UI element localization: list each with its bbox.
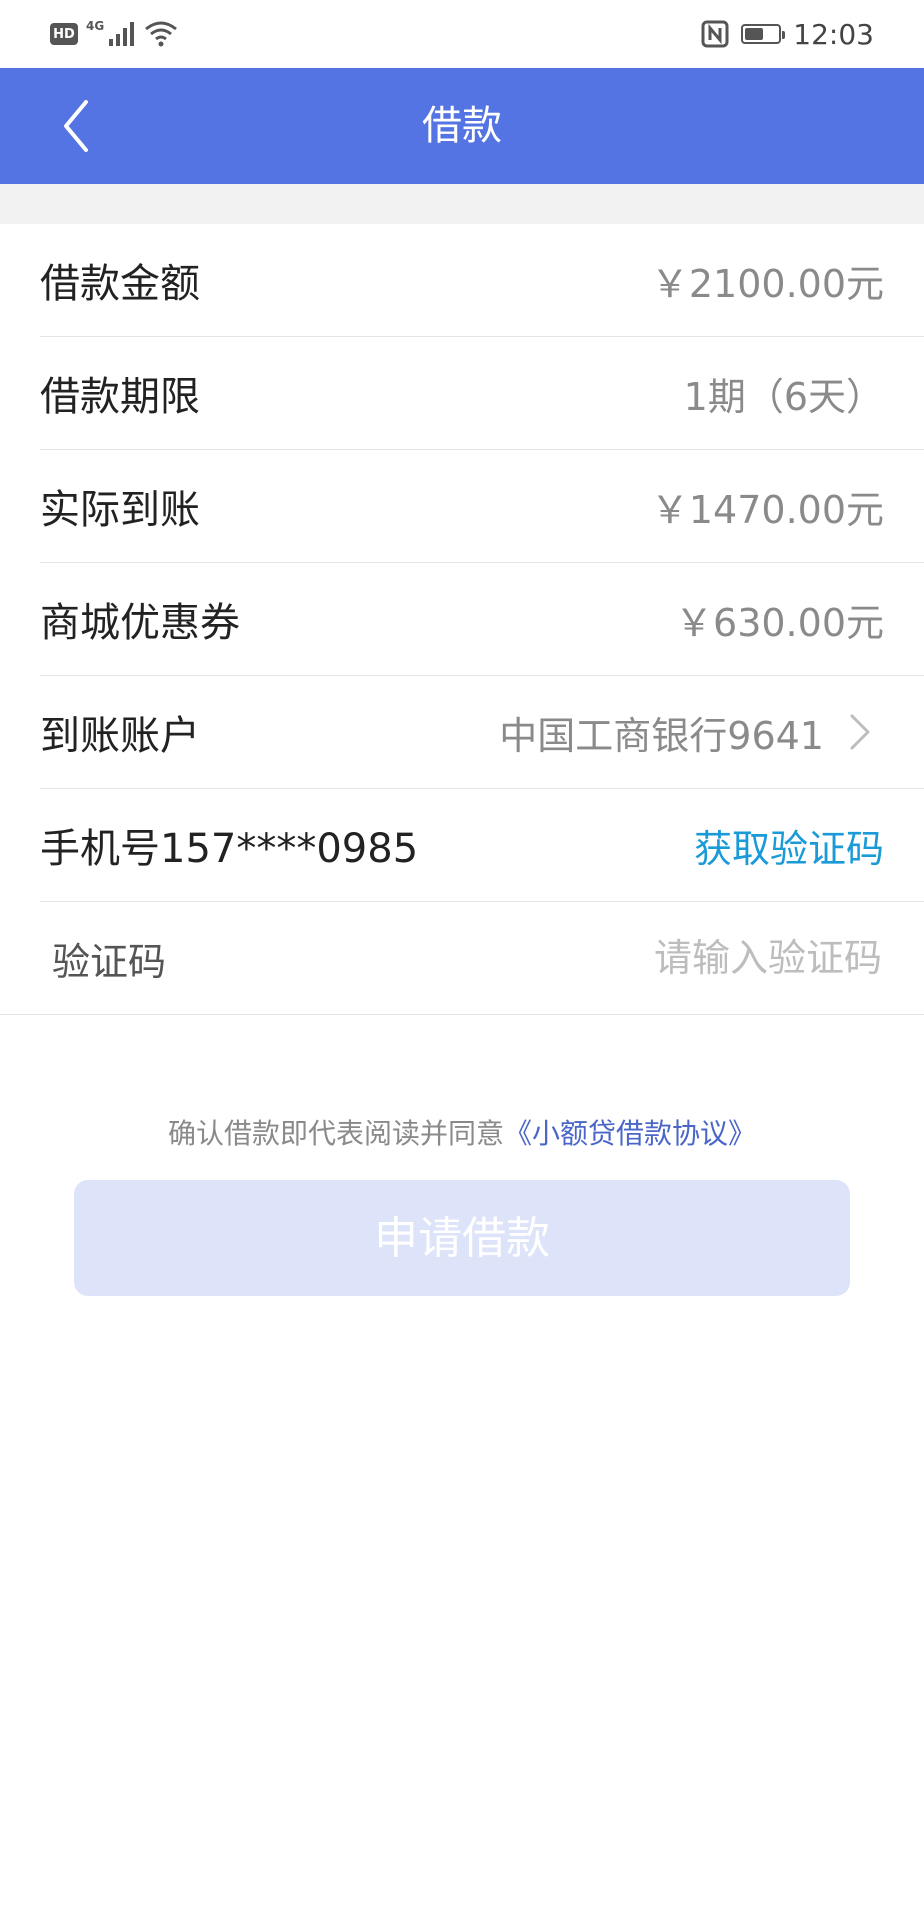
nav-bar: 借款 bbox=[0, 68, 924, 184]
signal-icon bbox=[109, 22, 135, 46]
account-label: 到账账户 bbox=[40, 713, 200, 759]
loan-term-row: 借款期限 1期（6天） bbox=[40, 337, 924, 450]
received-amount-row: 实际到账 ￥1470.00元 bbox=[40, 450, 924, 563]
code-input[interactable] bbox=[520, 927, 884, 989]
loan-term-value: 1期（6天） bbox=[683, 374, 884, 419]
get-code-button[interactable]: 获取验证码 bbox=[694, 818, 884, 873]
chevron-right-icon bbox=[850, 714, 870, 750]
received-amount-label: 实际到账 bbox=[40, 487, 200, 533]
received-amount-value: ￥1470.00元 bbox=[650, 487, 884, 532]
agreement-prefix: 确认借款即代表阅读并同意 bbox=[167, 1117, 504, 1150]
loan-term-label: 借款期限 bbox=[40, 374, 200, 420]
apply-loan-button[interactable]: 申请借款 bbox=[74, 1180, 850, 1296]
battery-level bbox=[745, 28, 763, 40]
network-type: 4G bbox=[86, 19, 105, 33]
loan-amount-row: 借款金额 ￥2100.00元 bbox=[40, 224, 924, 337]
back-button[interactable] bbox=[52, 96, 112, 156]
status-right: 12:03 bbox=[701, 16, 874, 52]
loan-form: 借款金额 ￥2100.00元 借款期限 1期（6天） 实际到账 ￥1470.00… bbox=[0, 224, 924, 1015]
loan-amount-label: 借款金额 bbox=[40, 261, 200, 307]
wifi-icon bbox=[145, 21, 178, 47]
account-row[interactable]: 到账账户 中国工商银行9641 bbox=[40, 676, 924, 789]
phone-row: 手机号157****0985 获取验证码 bbox=[40, 789, 924, 902]
battery-icon bbox=[741, 24, 786, 44]
agreement-text: 确认借款即代表阅读并同意《小额贷借款协议》 bbox=[0, 1112, 924, 1152]
chevron-left-icon bbox=[64, 100, 88, 152]
phone-label: 手机号157****0985 bbox=[40, 826, 419, 872]
loan-amount-value: ￥2100.00元 bbox=[650, 261, 884, 306]
coupon-value: ￥630.00元 bbox=[675, 600, 884, 645]
hd-badge: HD bbox=[50, 23, 78, 45]
status-left: HD 4G bbox=[50, 18, 178, 50]
nfc-icon bbox=[701, 20, 729, 48]
coupon-row: 商城优惠券 ￥630.00元 bbox=[40, 563, 924, 676]
section-divider bbox=[0, 184, 924, 224]
code-label: 验证码 bbox=[52, 939, 167, 984]
coupon-label: 商城优惠券 bbox=[40, 600, 240, 646]
clock: 12:03 bbox=[793, 17, 874, 51]
status-bar: HD 4G 12:03 bbox=[0, 0, 924, 68]
page-title: 借款 bbox=[422, 103, 502, 149]
code-row: 验证码 bbox=[0, 902, 924, 1015]
account-value: 中国工商银行9641 bbox=[499, 713, 824, 758]
agreement-link[interactable]: 《小额贷借款协议》 bbox=[504, 1117, 756, 1150]
